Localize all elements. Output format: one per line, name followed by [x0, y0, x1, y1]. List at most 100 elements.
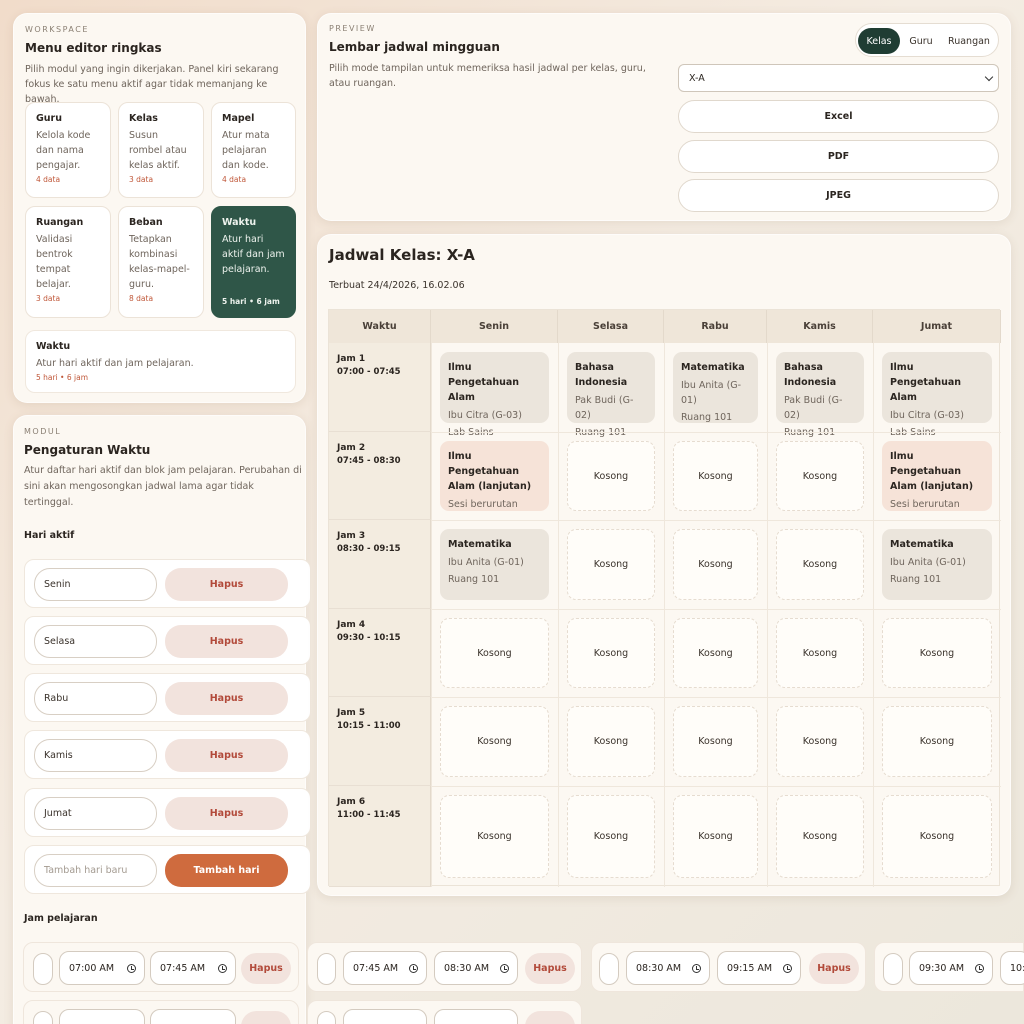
- empty-cell[interactable]: Kosong: [440, 618, 549, 688]
- empty-cell[interactable]: Kosong: [882, 618, 992, 688]
- lesson-cell[interactable]: Matematika Ibu Anita (G-01) Ruang 101: [440, 529, 549, 600]
- hour-end-input[interactable]: 07:45 AM: [150, 951, 236, 985]
- workspace-panel: WORKSPACE Menu editor ringkas Pilih modu…: [13, 13, 306, 403]
- column-divider: [431, 343, 432, 887]
- empty-cell[interactable]: Kosong: [440, 706, 549, 777]
- lesson-room: Ruang 101: [890, 574, 942, 585]
- empty-cell[interactable]: Kosong: [567, 618, 655, 688]
- hour-label-input[interactable]: [317, 953, 336, 985]
- lesson-cell[interactable]: Bahasa IndonesiaPak Budi (G-02)Ruang 101: [567, 352, 655, 438]
- lesson-cell[interactable]: Ilmu Pengetahuan Alam (lanjutan) Sesi ber…: [440, 441, 549, 511]
- slot-name: Jam 2: [337, 443, 366, 453]
- hour-start-input[interactable]: 09:30 AM: [909, 951, 993, 985]
- empty-cell[interactable]: Kosong: [882, 795, 992, 878]
- hour-end-input[interactable]: [150, 1009, 236, 1024]
- module-kelas[interactable]: Kelas Susun rombel atau kelas aktif. 3 d…: [118, 102, 204, 198]
- column-divider: [558, 343, 559, 887]
- hour-end-input[interactable]: 08:30 AM: [434, 951, 518, 985]
- lesson-cell[interactable]: Matematika Ibu Anita (G-01) Ruang 101: [882, 529, 992, 600]
- empty-cell[interactable]: Kosong: [673, 706, 758, 777]
- module-guru[interactable]: Guru Kelola kode dan nama pengajar. 4 da…: [25, 102, 111, 198]
- hour-start-input[interactable]: 08:30 AM: [626, 951, 710, 985]
- delete-day-button[interactable]: Hapus: [165, 568, 288, 601]
- lesson-cell[interactable]: Ilmu Pengetahuan AlamIbu Citra (G-03)Lab…: [882, 352, 992, 438]
- hour-start-input[interactable]: [343, 1009, 427, 1024]
- day-name-input[interactable]: Rabu: [34, 682, 157, 715]
- hour-label-input[interactable]: [33, 1011, 53, 1024]
- module-desc: Susun rombel atau kelas aktif.: [129, 130, 187, 171]
- day-name-input[interactable]: Kamis: [34, 739, 157, 772]
- delete-hour-button[interactable]: Hapus: [809, 953, 859, 984]
- delete-day-button[interactable]: Hapus: [165, 739, 288, 772]
- lesson-cell[interactable]: Matematika Ibu Anita (G-01) Ruang 101: [673, 352, 758, 423]
- module-count: 3 data: [36, 294, 61, 303]
- hour-label-input[interactable]: [883, 953, 903, 985]
- lesson-cell[interactable]: Ilmu Pengetahuan Alam (lanjutan) Sesi ber…: [882, 441, 992, 511]
- empty-cell[interactable]: Kosong: [882, 706, 992, 777]
- hour-end-input[interactable]: 10:: [1000, 951, 1024, 985]
- hour-start-input[interactable]: 07:45 AM: [343, 951, 427, 985]
- hour-label-input[interactable]: [599, 953, 619, 985]
- lesson-teacher: Pak Budi (G-02): [784, 395, 843, 421]
- empty-cell[interactable]: Kosong: [567, 795, 655, 878]
- lesson-subject: Bahasa Indonesia: [575, 362, 628, 388]
- new-day-input[interactable]: Tambah hari baru: [34, 854, 157, 887]
- add-day-button[interactable]: Tambah hari: [165, 854, 288, 887]
- empty-cell[interactable]: Kosong: [776, 441, 864, 511]
- module-beban[interactable]: Beban Tetapkan kombinasi kelas-mapel-gur…: [118, 206, 204, 318]
- empty-cell[interactable]: Kosong: [567, 706, 655, 777]
- lesson-cell[interactable]: Ilmu Pengetahuan AlamIbu Citra (G-03)Lab…: [440, 352, 549, 438]
- empty-cell[interactable]: Kosong: [673, 441, 758, 511]
- delete-hour-button[interactable]: Hapus: [241, 953, 291, 984]
- table-header-kamis: Kamis: [767, 310, 873, 343]
- delete-hour-button[interactable]: Hapus: [525, 953, 575, 984]
- delete-hour-button[interactable]: [241, 1011, 291, 1024]
- delete-hour-button[interactable]: [525, 1011, 575, 1024]
- schedule-created: Terbuat 24/4/2026, 16.02.06: [329, 280, 465, 291]
- delete-day-button[interactable]: Hapus: [165, 682, 288, 715]
- hour-end-input[interactable]: 09:15 AM: [717, 951, 801, 985]
- mode-guru-tab[interactable]: Guru: [902, 28, 940, 54]
- lesson-teacher: Ibu Anita (G-01): [681, 380, 742, 406]
- empty-cell[interactable]: Kosong: [567, 529, 655, 600]
- hour-row: [23, 1000, 299, 1024]
- slot-name: Jam 6: [337, 797, 366, 807]
- time-slot-cell: Jam 5 10:15 - 11:00: [329, 697, 431, 786]
- lesson-teacher: Ibu Citra (G-03): [448, 410, 522, 421]
- module-waktu[interactable]: Waktu Atur hari aktif dan jam pelajaran.…: [211, 206, 296, 318]
- module-count: 3 data: [129, 175, 154, 184]
- preview-eyebrow: PREVIEW: [329, 24, 376, 33]
- mode-ruangan-tab[interactable]: Ruangan: [942, 28, 996, 54]
- hour-start-input[interactable]: [59, 1009, 145, 1024]
- clock-icon: [500, 964, 509, 973]
- lesson-cell[interactable]: Bahasa IndonesiaPak Budi (G-02)Ruang 101: [776, 352, 864, 438]
- empty-cell[interactable]: Kosong: [673, 795, 758, 878]
- hour-label-input[interactable]: [317, 1011, 336, 1024]
- day-name-input[interactable]: Senin: [34, 568, 157, 601]
- day-name-input[interactable]: Selasa: [34, 625, 157, 658]
- modul-desc: Atur daftar hari aktif dan blok jam pela…: [24, 465, 302, 508]
- empty-cell[interactable]: Kosong: [776, 618, 864, 688]
- mode-kelas-tab[interactable]: Kelas: [858, 28, 900, 54]
- class-select[interactable]: X-A: [678, 64, 999, 92]
- empty-cell[interactable]: Kosong: [440, 795, 549, 878]
- export-jpeg-button[interactable]: JPEG: [678, 179, 999, 212]
- module-mapel[interactable]: Mapel Atur mata pelajaran dan kode. 4 da…: [211, 102, 296, 198]
- delete-day-button[interactable]: Hapus: [165, 625, 288, 658]
- empty-cell[interactable]: Kosong: [776, 706, 864, 777]
- hour-end-input[interactable]: [434, 1009, 518, 1024]
- hour-label-input[interactable]: [33, 953, 53, 985]
- empty-cell[interactable]: Kosong: [673, 529, 758, 600]
- empty-cell[interactable]: Kosong: [673, 618, 758, 688]
- export-pdf-button[interactable]: PDF: [678, 140, 999, 173]
- slot-time: 08:30 - 09:15: [337, 544, 401, 554]
- empty-cell[interactable]: Kosong: [776, 795, 864, 878]
- export-excel-button[interactable]: Excel: [678, 100, 999, 133]
- empty-cell[interactable]: Kosong: [567, 441, 655, 511]
- empty-cell[interactable]: Kosong: [776, 529, 864, 600]
- hour-start-input[interactable]: 07:00 AM: [59, 951, 145, 985]
- delete-day-button[interactable]: Hapus: [165, 797, 288, 830]
- day-name-input[interactable]: Jumat: [34, 797, 157, 830]
- time-slot-cell: Jam 2 07:45 - 08:30: [329, 432, 431, 520]
- module-ruangan[interactable]: Ruangan Validasi bentrok tempat belajar.…: [25, 206, 111, 318]
